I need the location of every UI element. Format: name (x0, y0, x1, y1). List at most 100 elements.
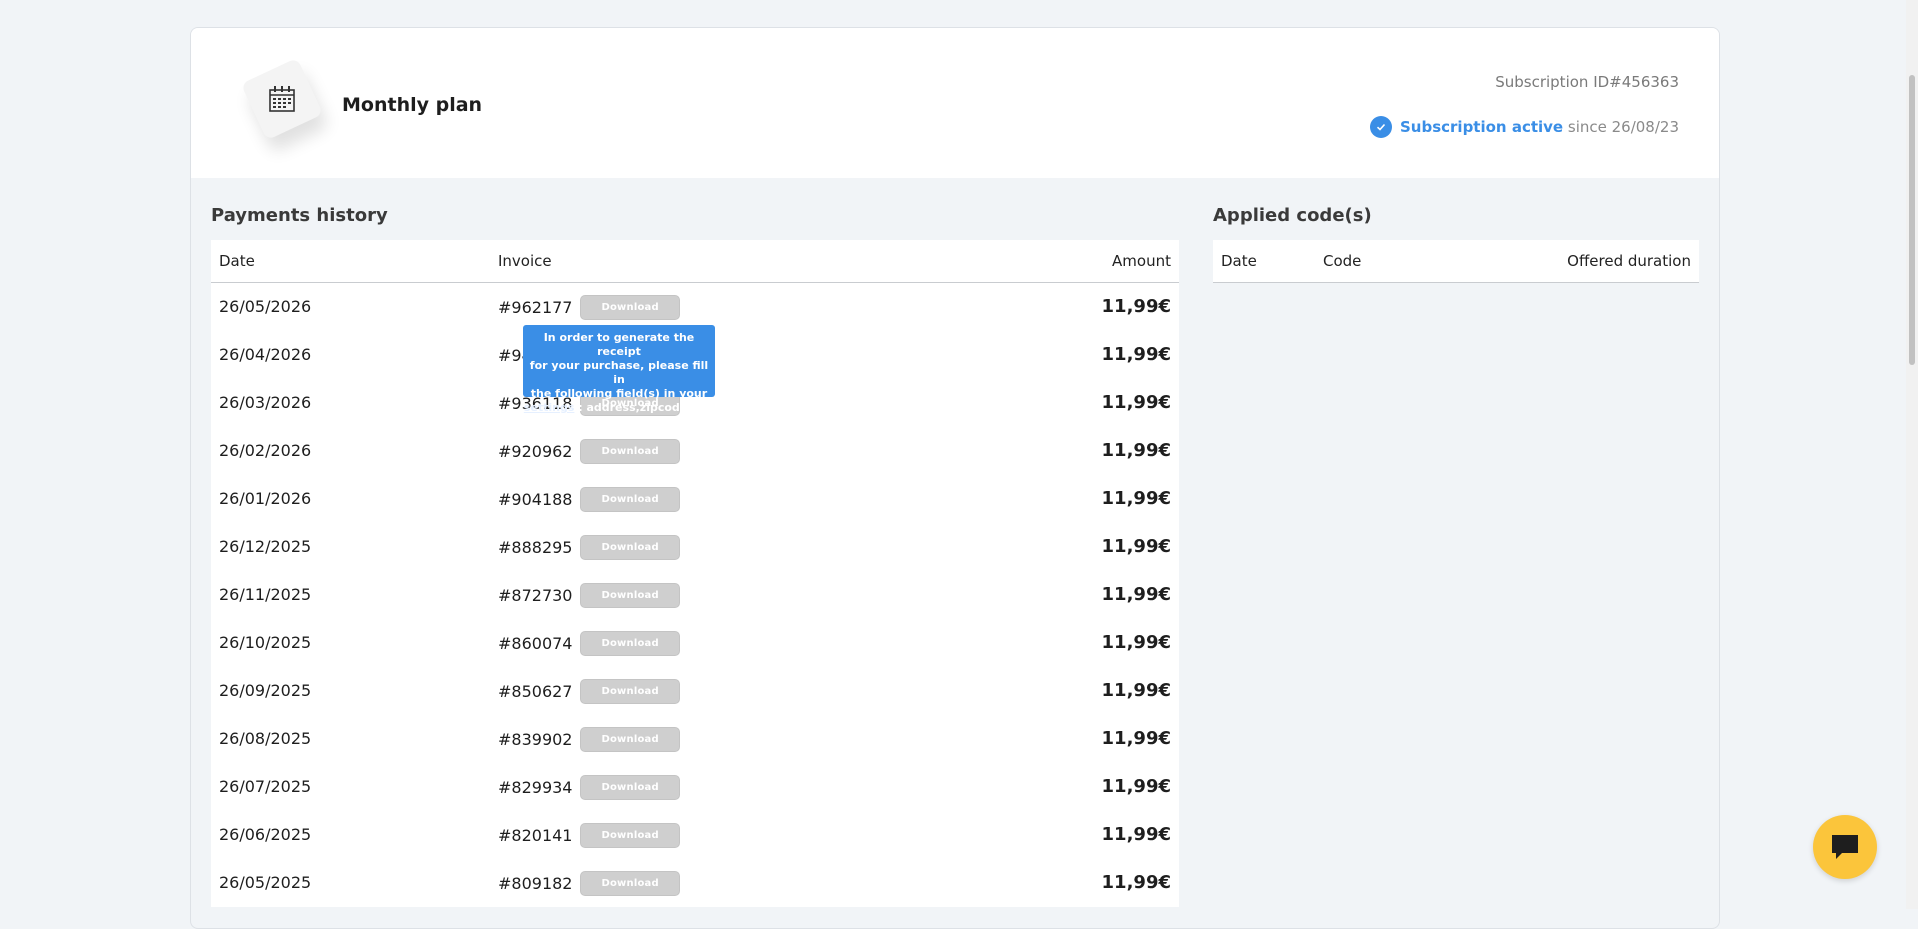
table-row: 26/08/2025 #839902 Download 11,99€ (211, 715, 1179, 763)
check-icon (1369, 116, 1392, 138)
row-date: 26/07/2025 (219, 777, 312, 796)
table-row: 26/05/2025 #809182 Download 11,99€ (211, 859, 1179, 907)
invoice-number: #920962 (498, 442, 573, 461)
download-button[interactable]: Download (580, 295, 680, 320)
column-amount: Amount (1112, 252, 1171, 270)
tooltip-fields: : address,zipcode,city (578, 401, 715, 414)
applied-codes-title: Applied code(s) (1213, 205, 1372, 226)
settings-link[interactable]: settings (524, 401, 575, 414)
invoice-number: #962177 (498, 298, 573, 317)
download-button[interactable]: Download (580, 487, 680, 512)
row-date: 26/05/2025 (219, 873, 312, 892)
row-date: 26/02/2026 (219, 441, 312, 460)
column-code: Code (1323, 252, 1362, 270)
column-date: Date (1221, 252, 1257, 270)
invoice-number: #809182 (498, 874, 573, 893)
tooltip-line: In order to generate the receipt (543, 331, 695, 358)
column-date: Date (219, 252, 255, 270)
row-date: 26/11/2025 (219, 585, 312, 604)
plan-icon-badge (240, 57, 324, 141)
row-amount: 11,99€ (1101, 632, 1171, 653)
row-invoice: #888295 Download (498, 535, 680, 560)
calendar-icon (269, 86, 295, 112)
row-amount: 11,99€ (1101, 776, 1171, 797)
table-row: 26/06/2025 #820141 Download 11,99€ (211, 811, 1179, 859)
chat-button[interactable] (1813, 815, 1877, 879)
row-invoice: #904188 Download (498, 487, 680, 512)
row-invoice: #850627 Download (498, 679, 680, 704)
table-row: 26/02/2026 #920962 Download 11,99€ (211, 427, 1179, 475)
row-date: 26/04/2026 (219, 345, 312, 364)
row-invoice: #829934 Download (498, 775, 680, 800)
row-invoice: #809182 Download (498, 871, 680, 896)
row-amount: 11,99€ (1101, 392, 1171, 413)
invoice-number: #850627 (498, 682, 573, 701)
invoice-number: #904188 (498, 490, 573, 509)
invoice-number: #829934 (498, 778, 573, 797)
row-date: 26/01/2026 (219, 489, 312, 508)
subscription-header: Monthly plan Subscription ID#456363 Subs… (191, 28, 1719, 178)
payments-table-header: Date Invoice Amount (211, 240, 1179, 283)
row-invoice: #839902 Download (498, 727, 680, 752)
download-button[interactable]: Download (580, 871, 680, 896)
row-date: 26/12/2025 (219, 537, 312, 556)
row-invoice: #962177 Download (498, 295, 680, 320)
status-active-label: Subscription active (1399, 118, 1564, 136)
chat-bubble-icon (1832, 835, 1858, 859)
row-invoice: #820141 Download (498, 823, 680, 848)
row-invoice: #860074 Download (498, 631, 680, 656)
invoice-number: #872730 (498, 586, 573, 605)
subscription-id: Subscription ID#456363 (1495, 73, 1679, 91)
row-date: 26/03/2026 (219, 393, 312, 412)
table-row: 26/10/2025 #860074 Download 11,99€ (211, 619, 1179, 667)
download-button[interactable]: Download (580, 535, 680, 560)
payments-history-title: Payments history (211, 205, 388, 226)
table-row: 26/11/2025 #872730 Download 11,99€ (211, 571, 1179, 619)
codes-table-header: Date Code Offered duration (1213, 240, 1699, 283)
table-row: 26/07/2025 #829934 Download 11,99€ (211, 763, 1179, 811)
column-offered-duration: Offered duration (1567, 252, 1691, 270)
invoice-number: #820141 (498, 826, 573, 845)
row-amount: 11,99€ (1101, 488, 1171, 509)
status-since-label: since 26/08/23 (1567, 118, 1679, 136)
download-button[interactable]: Download (580, 439, 680, 464)
download-button[interactable]: Download (580, 775, 680, 800)
invoice-number: #888295 (498, 538, 573, 557)
download-button[interactable]: Download (580, 823, 680, 848)
row-date: 26/08/2025 (219, 729, 312, 748)
column-invoice: Invoice (498, 252, 552, 270)
subscription-status: Subscription active since 26/08/23 (1369, 116, 1679, 138)
page-scrollbar[interactable] (1906, 0, 1918, 909)
table-row: 26/05/2026 #962177 Download 11,99€ (211, 283, 1179, 331)
download-button[interactable]: Download (580, 631, 680, 656)
invoice-number: #860074 (498, 634, 573, 653)
row-invoice: #920962 Download (498, 439, 680, 464)
table-row: 26/12/2025 #888295 Download 11,99€ (211, 523, 1179, 571)
download-button[interactable]: Download (580, 727, 680, 752)
row-amount: 11,99€ (1101, 872, 1171, 893)
row-amount: 11,99€ (1101, 728, 1171, 749)
row-amount: 11,99€ (1101, 296, 1171, 317)
row-amount: 11,99€ (1101, 584, 1171, 605)
download-button[interactable]: Download (580, 679, 680, 704)
row-amount: 11,99€ (1101, 680, 1171, 701)
tooltip-line: for your purchase, please fill in (529, 359, 709, 386)
receipt-tooltip: In order to generate the receipt for you… (523, 325, 715, 414)
row-date: 26/06/2025 (219, 825, 312, 844)
download-button[interactable]: Download (580, 583, 680, 608)
row-date: 26/05/2026 (219, 297, 312, 316)
table-row: 26/09/2025 #850627 Download 11,99€ (211, 667, 1179, 715)
row-amount: 11,99€ (1101, 536, 1171, 557)
row-date: 26/09/2025 (219, 681, 312, 700)
row-amount: 11,99€ (1101, 824, 1171, 845)
scrollbar-thumb[interactable] (1909, 75, 1915, 365)
tooltip-line: the following field(s) in your (530, 387, 708, 400)
row-amount: 11,99€ (1101, 344, 1171, 365)
row-date: 26/10/2025 (219, 633, 312, 652)
codes-table: Date Code Offered duration (1213, 240, 1699, 283)
table-row: 26/01/2026 #904188 Download 11,99€ (211, 475, 1179, 523)
invoice-number: #839902 (498, 730, 573, 749)
row-amount: 11,99€ (1101, 440, 1171, 461)
plan-title: Monthly plan (342, 94, 483, 116)
row-invoice: #872730 Download (498, 583, 680, 608)
